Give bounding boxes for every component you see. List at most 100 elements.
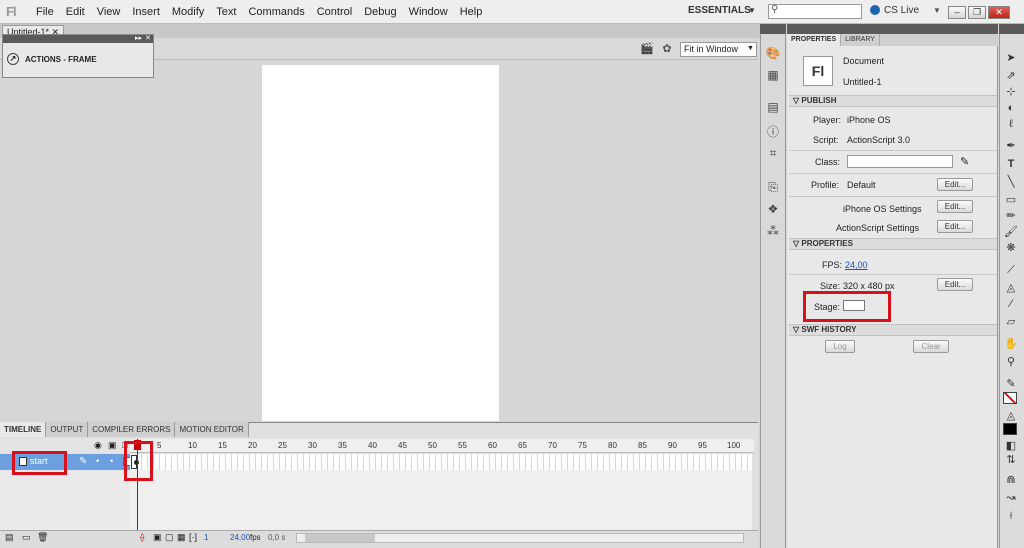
menu-text[interactable]: Text [216,6,236,18]
menu-insert[interactable]: Insert [132,6,160,18]
actions-panel[interactable]: ▸▸ ✕ ↗ ACTIONS - FRAME [2,34,154,78]
fill-color-swatch[interactable] [1003,423,1017,435]
deco-tool-icon[interactable]: ❋ [1002,240,1020,256]
swap-colors-icon[interactable]: ⇅ [1002,452,1020,468]
rectangle-tool-icon[interactable]: ▭ [1002,192,1020,208]
frame-grid[interactable] [130,454,752,470]
edit-scene-icon[interactable]: 🎬 [638,42,656,57]
onion-skin-icon[interactable]: ▣ [153,532,162,543]
pencil-tool-icon[interactable]: ✏ [1002,208,1020,224]
code-snippets-icon[interactable]: ⎘ [764,180,782,196]
panel-title-bar[interactable] [3,35,153,43]
minimize-icon[interactable]: – [948,6,966,19]
selection-tool-icon[interactable]: ➤ [1002,50,1020,66]
log-button[interactable]: Log [825,340,855,353]
tab-timeline[interactable]: TIMELINE [0,422,47,437]
restore-icon[interactable]: ❐ [968,6,986,19]
menu-edit[interactable]: Edit [66,6,85,18]
scrollbar-thumb[interactable] [305,534,375,542]
stroke-color-icon[interactable]: ✎ [1002,376,1020,392]
lock-icon[interactable]: ▣ [108,440,117,451]
tab-motion-editor[interactable]: MOTION EDITOR [175,422,249,437]
zoom-select[interactable]: Fit in Window [680,42,757,57]
hand-tool-icon[interactable]: ✋ [1002,336,1020,352]
new-folder-icon[interactable]: ▭ [22,532,31,543]
onion-outline-icon[interactable]: ▢ [165,532,174,543]
edit-multiple-frames-icon[interactable]: ▦ [177,532,186,543]
menu-debug[interactable]: Debug [364,6,396,18]
stroke-color-swatch[interactable] [1003,392,1017,404]
paint-bucket-tool-icon[interactable]: ◬ [1002,280,1020,296]
pencil-icon[interactable]: ✎ [960,155,969,168]
chevron-down-icon[interactable]: ▼ [748,6,756,15]
help-search-input[interactable] [768,4,862,19]
section-properties[interactable]: ▽ PROPERTIES [789,238,997,250]
properties-tab-bar: PROPERTIES LIBRARY [787,34,998,46]
menu-commands[interactable]: Commands [248,6,304,18]
modify-markers-icon[interactable]: [·] [189,532,197,542]
brush-tool-icon[interactable]: 🖌 [1002,224,1020,240]
line-tool-icon[interactable]: ╲ [1002,174,1020,190]
eyedropper-tool-icon[interactable]: ⁄ [1002,296,1020,312]
as-settings-edit-button[interactable]: Edit... [937,220,973,233]
panel-title-bar[interactable] [760,24,786,34]
clear-button[interactable]: Clear [913,340,949,353]
info-icon[interactable]: ⓘ [764,123,782,139]
fill-color-icon[interactable]: ◬ [1002,408,1020,424]
menu-modify[interactable]: Modify [172,6,204,18]
section-publish[interactable]: ▽ PUBLISH [789,95,997,107]
eraser-tool-icon[interactable]: ▱ [1002,314,1020,330]
subselection-tool-icon[interactable]: ⇗ [1002,68,1020,84]
stage-canvas[interactable] [262,65,499,421]
trash-icon[interactable]: 🗑 [37,532,48,543]
panel-title-bar[interactable] [787,24,998,34]
eye-icon[interactable]: ◉ [94,440,102,451]
frame-rate[interactable]: 24,00 [230,533,250,542]
panel-title-bar[interactable] [999,24,1024,34]
menu-view[interactable]: View [97,6,121,18]
collapse-icon[interactable]: ▸▸ [135,34,142,42]
actions-panel-label[interactable]: ↗ ACTIONS - FRAME [7,53,97,65]
swatches-icon[interactable]: ▦ [764,68,782,84]
lock-dot[interactable]: • [110,456,113,466]
section-swf-history[interactable]: ▽ SWF HISTORY [789,324,997,336]
pen-tool-icon[interactable]: ✒ [1002,138,1020,154]
free-transform-tool-icon[interactable]: ⊹ [1002,84,1020,100]
close-icon[interactable]: ✕ [988,6,1010,19]
text-tool-icon[interactable]: T [1002,156,1020,172]
visibility-dot[interactable]: • [96,456,99,466]
menu-help[interactable]: Help [460,6,483,18]
transform-icon[interactable]: ⌗ [764,146,782,162]
current-frame[interactable]: 1 [204,533,208,542]
menu-file[interactable]: File [36,6,54,18]
motion-presets-icon[interactable]: ⁂ [764,224,782,240]
color-icon[interactable]: 🎨 [764,46,782,62]
fps-value[interactable]: 24,00 [845,260,868,270]
bone-tool-icon[interactable]: ⟋ [1002,262,1020,278]
menu-window[interactable]: Window [409,6,448,18]
workspace-switcher[interactable]: ESSENTIALS [688,5,751,16]
smooth-icon[interactable]: ↝ [1002,490,1020,506]
class-input[interactable] [847,155,953,168]
align-icon[interactable]: ▤ [764,100,782,116]
tab-compiler-errors[interactable]: COMPILER ERRORS [88,422,176,437]
tab-properties[interactable]: PROPERTIES [787,34,842,46]
close-icon[interactable]: ✕ [145,34,151,42]
chevron-down-icon[interactable]: ▼ [933,6,941,15]
components-icon[interactable]: ❖ [764,202,782,218]
tab-library[interactable]: LIBRARY [841,34,880,46]
zoom-tool-icon[interactable]: ⚲ [1002,354,1020,370]
straighten-icon[interactable]: ⟊ [1002,508,1020,524]
snap-to-objects-icon[interactable]: ⋒ [1002,472,1020,488]
tab-output[interactable]: OUTPUT [46,422,89,437]
center-frame-icon[interactable]: ⟠ [140,532,144,543]
new-layer-icon[interactable]: ▤ [5,532,14,543]
profile-edit-button[interactable]: Edit... [937,178,973,191]
edit-symbols-icon[interactable]: ✿ [658,42,676,57]
lasso-tool-icon[interactable]: ℓ [1002,116,1020,132]
3d-rotation-tool-icon[interactable]: ◐ [1002,100,1020,116]
iphone-settings-edit-button[interactable]: Edit... [937,200,973,213]
menu-control[interactable]: Control [317,6,352,18]
cs-live-button[interactable]: CS Live [884,5,919,16]
size-edit-button[interactable]: Edit... [937,278,973,291]
